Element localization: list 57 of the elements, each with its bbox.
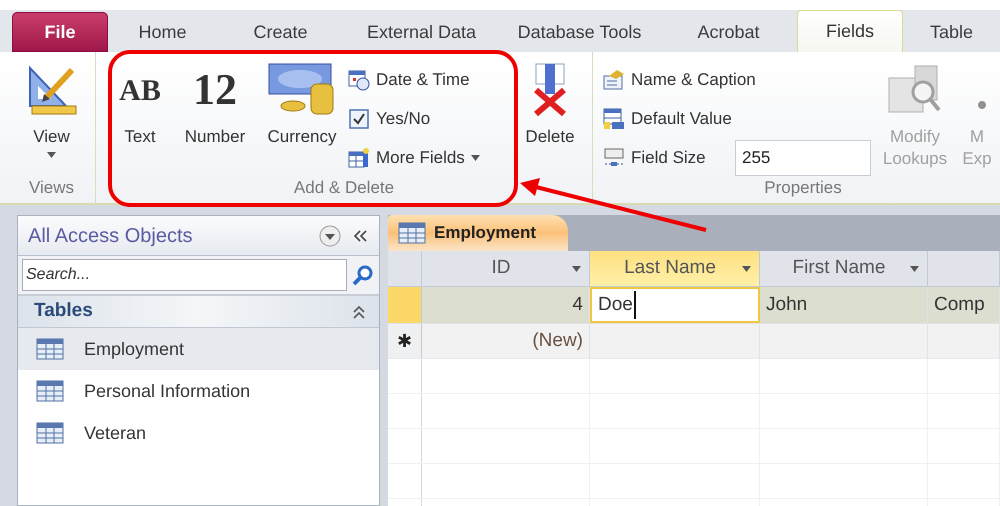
caret-icon xyxy=(572,266,581,272)
nav-item[interactable]: Employment xyxy=(18,328,379,370)
column-header[interactable]: First Name xyxy=(760,251,928,286)
table-cell-text: John xyxy=(766,292,808,317)
ribbon-icon xyxy=(603,108,625,130)
column-header[interactable]: Last Name xyxy=(590,251,760,286)
ribbon-tab[interactable]: External Data xyxy=(344,12,499,52)
caret-icon xyxy=(910,266,919,272)
input-field[interactable]: 255 xyxy=(735,140,871,176)
input-field[interactable]: Doe xyxy=(598,290,636,320)
group-label: Views xyxy=(28,177,76,199)
collapse-icon[interactable] xyxy=(353,230,367,242)
ribbon-tab[interactable]: Fields xyxy=(797,10,903,52)
group-label: Properties xyxy=(763,177,843,199)
ribbon-button[interactable]: AB Text xyxy=(110,60,170,148)
search-icon[interactable] xyxy=(351,263,375,287)
ribbon-tab[interactable]: Home xyxy=(108,12,217,52)
ribbon-tab[interactable]: Acrobat xyxy=(660,12,797,52)
document-tab[interactable]: Employment xyxy=(388,215,568,251)
table-icon xyxy=(36,338,64,360)
ribbon-button[interactable]: Field Size xyxy=(603,144,706,170)
ribbon-button[interactable]: More Fields xyxy=(348,144,480,170)
ribbon-button[interactable]: Name & Caption xyxy=(603,66,756,92)
field-type-icon: AB xyxy=(119,68,161,112)
section-header[interactable]: Tables xyxy=(18,296,379,328)
ribbon-button[interactable]: Default Value xyxy=(603,106,732,132)
search-field[interactable]: Search... xyxy=(22,259,347,291)
ribbon-icon xyxy=(348,146,370,168)
table-icon xyxy=(36,422,64,444)
caret-icon xyxy=(742,266,751,272)
field-type-icon: 12 xyxy=(193,57,237,123)
caret-icon xyxy=(470,154,480,160)
ribbon-icon xyxy=(603,146,625,168)
caret-icon xyxy=(47,152,56,158)
ribbon-button[interactable]: Currency xyxy=(260,60,344,148)
ribbon-tab[interactable]: Create xyxy=(217,12,344,52)
ribbon-button[interactable]: Delete xyxy=(517,60,583,148)
ribbon-tab[interactable]: File xyxy=(12,12,108,52)
ribbon-icon xyxy=(348,68,370,90)
ribbon-button[interactable]: 12 Number xyxy=(174,60,256,148)
table-cell-text: (New) xyxy=(532,328,583,353)
ribbon-icon xyxy=(348,108,370,130)
table-icon xyxy=(36,380,64,402)
table-cell-text: Comp xyxy=(934,292,985,317)
ribbon-button[interactable]: View xyxy=(12,60,92,158)
dropdown-icon[interactable] xyxy=(319,224,341,246)
ribbon-tab[interactable]: Table xyxy=(903,12,1000,52)
ribbon-button[interactable]: Yes/No xyxy=(348,106,430,132)
table-cell-text: 4 xyxy=(572,292,583,317)
group-label: Add & Delete xyxy=(292,177,396,199)
pane-title: All Access Objects xyxy=(28,224,194,248)
ribbon-icon xyxy=(977,100,987,110)
new-record-marker: ✱ xyxy=(396,330,412,354)
ribbon-icon xyxy=(603,68,625,90)
table-icon xyxy=(398,222,426,244)
ribbon-button[interactable]: Date & Time xyxy=(348,66,470,92)
ribbon-tab[interactable]: Database Tools xyxy=(499,12,660,52)
